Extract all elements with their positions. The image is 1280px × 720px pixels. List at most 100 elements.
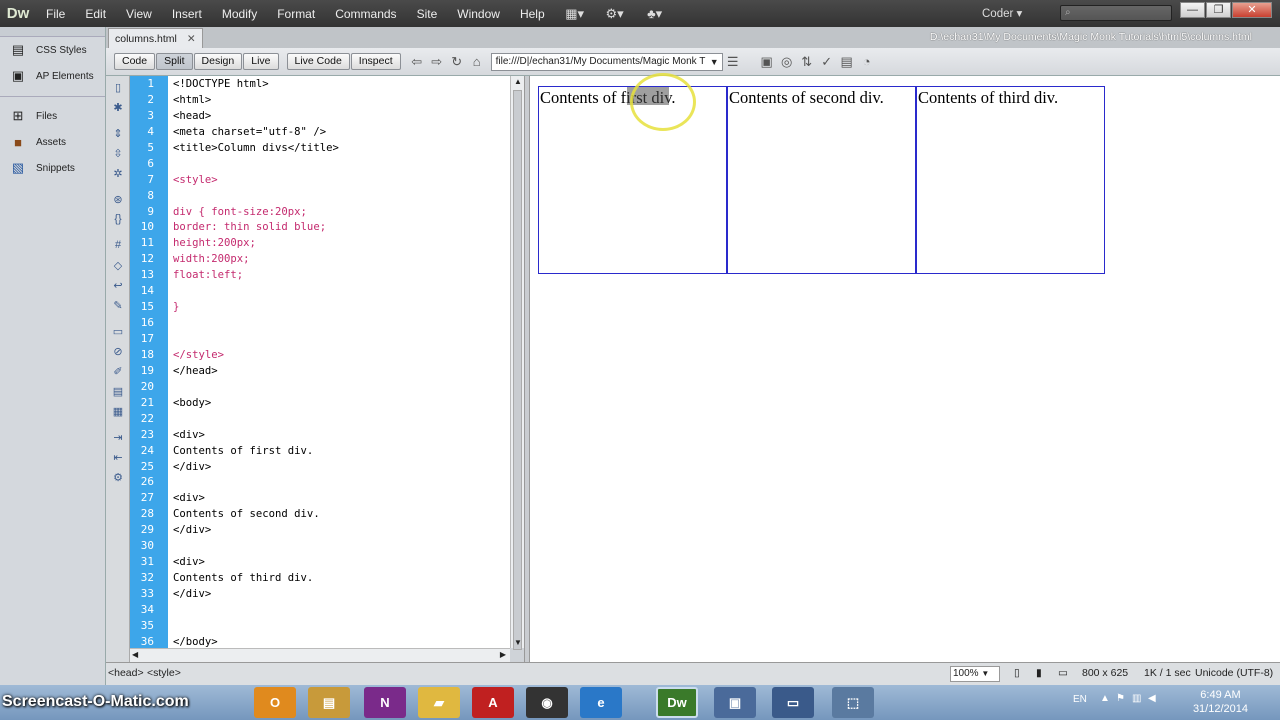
- site-menu-icon[interactable]: ♣▾: [641, 5, 669, 23]
- panel-label: CSS Styles: [36, 44, 87, 56]
- forward-arrow-icon[interactable]: ⇨: [427, 53, 447, 71]
- home-icon[interactable]: ⌂: [467, 53, 487, 71]
- menu-help[interactable]: Help: [510, 7, 555, 21]
- menu-insert[interactable]: Insert: [162, 7, 212, 21]
- rendered-div-third[interactable]: Contents of third div.: [916, 86, 1105, 274]
- multiscreen-icon[interactable]: ▣: [757, 53, 777, 71]
- code-editor[interactable]: <!DOCTYPE html> <html> <head> <meta charset…: [168, 76, 510, 648]
- search-input[interactable]: ⌕: [1060, 5, 1172, 21]
- extend-gear-icon[interactable]: ⚙▾: [601, 5, 629, 23]
- menu-window[interactable]: Window: [447, 7, 510, 21]
- outdent-code-icon[interactable]: ⇤: [109, 448, 127, 466]
- menu-file[interactable]: File: [36, 7, 75, 21]
- split-view-button[interactable]: Split: [156, 53, 193, 70]
- highlight-invalid-code-icon[interactable]: ◇: [109, 256, 127, 274]
- panel-label: AP Elements: [36, 70, 94, 82]
- code-vertical-scrollbar[interactable]: ▲ ▼: [510, 76, 524, 650]
- restore-button[interactable]: ❐: [1206, 2, 1231, 18]
- menu-format[interactable]: Format: [267, 7, 325, 21]
- minimize-button[interactable]: —: [1180, 2, 1205, 18]
- recent-snippets-icon[interactable]: ▤: [109, 382, 127, 400]
- word-wrap-icon[interactable]: ↩: [109, 276, 127, 294]
- scroll-left-icon[interactable]: ◀: [132, 650, 138, 659]
- panel-snippets[interactable]: ▧ Snippets: [0, 155, 105, 181]
- inspect-button[interactable]: Inspect: [350, 53, 401, 70]
- internet-explorer-icon[interactable]: e: [580, 687, 622, 718]
- menu-site[interactable]: Site: [407, 7, 448, 21]
- live-view-pane[interactable]: Contents of first div. Contents of secon…: [530, 73, 1280, 662]
- clock[interactable]: 6:49 AM 31/12/2014: [1193, 688, 1248, 716]
- media-icon[interactable]: ◉: [526, 687, 568, 718]
- syntax-coloring-icon[interactable]: ✎: [109, 296, 127, 314]
- tag-selector-head[interactable]: <head>: [108, 667, 144, 679]
- live-view-button[interactable]: Live: [243, 53, 279, 70]
- rendered-div-second[interactable]: Contents of second div.: [727, 86, 916, 274]
- collapse-selection-icon[interactable]: ⇳: [109, 144, 127, 162]
- tag-selector-style[interactable]: <style>: [147, 667, 181, 679]
- refresh-icon[interactable]: ↻: [447, 53, 467, 71]
- indent-code-icon[interactable]: ⇥: [109, 428, 127, 446]
- menu-commands[interactable]: Commands: [325, 7, 406, 21]
- select-tool-icon[interactable]: ▯: [1014, 667, 1020, 679]
- apply-comment-icon[interactable]: ▭: [109, 322, 127, 340]
- menu-view[interactable]: View: [116, 7, 162, 21]
- folder-icon[interactable]: ▰: [418, 687, 460, 718]
- close-button[interactable]: ✕: [1232, 2, 1272, 18]
- panel-css-styles[interactable]: ▤ CSS Styles: [0, 37, 105, 63]
- language-indicator[interactable]: EN: [1073, 694, 1087, 705]
- panel-files[interactable]: ⊞ Files: [0, 103, 105, 129]
- back-arrow-icon[interactable]: ⇦: [407, 53, 427, 71]
- network-tray-icon[interactable]: ▥: [1132, 693, 1141, 704]
- code-view-button[interactable]: Code: [114, 53, 156, 70]
- preview-browser-icon[interactable]: ◎: [777, 53, 797, 71]
- select-parent-tag-icon[interactable]: ⊛: [109, 190, 127, 208]
- scroll-down-icon[interactable]: ▼: [513, 638, 523, 647]
- document-tab[interactable]: columns.html ✕: [108, 28, 203, 48]
- outlook-icon[interactable]: O: [254, 687, 296, 718]
- close-tab-icon[interactable]: ✕: [187, 33, 196, 45]
- window-size[interactable]: 800 x 625: [1082, 667, 1128, 679]
- workspace-switcher[interactable]: Coder ▾: [982, 6, 1042, 22]
- snipping-tool-icon[interactable]: ⬚: [832, 687, 874, 718]
- acrobat-icon[interactable]: A: [472, 687, 514, 718]
- remove-comment-icon[interactable]: ⊘: [109, 342, 127, 360]
- address-bar[interactable]: file:///D|/echan31/My Documents/Magic Mo…: [490, 52, 723, 71]
- scroll-right-icon[interactable]: ▶: [500, 650, 506, 659]
- menu-edit[interactable]: Edit: [75, 7, 116, 21]
- page-options-icon[interactable]: ☰: [723, 53, 743, 71]
- collapse-tag-icon[interactable]: ⇕: [109, 124, 127, 142]
- live-code-button[interactable]: Live Code: [286, 53, 350, 70]
- code-horizontal-scrollbar[interactable]: ◀ ▶: [130, 648, 510, 662]
- menu-modify[interactable]: Modify: [212, 7, 267, 21]
- scrollbar-thumb[interactable]: [513, 90, 522, 650]
- show-code-navigator-icon[interactable]: ✱: [109, 98, 127, 116]
- dreamweaver-taskbar-icon[interactable]: Dw: [656, 687, 698, 718]
- onenote-icon[interactable]: N: [364, 687, 406, 718]
- file-management-icon[interactable]: ⇅: [797, 53, 817, 71]
- zoom-select[interactable]: 100% ▼: [950, 666, 1000, 682]
- window-size-icon[interactable]: ▭: [1058, 667, 1068, 679]
- expand-all-icon[interactable]: ✲: [109, 164, 127, 182]
- hand-tool-icon[interactable]: ▮: [1036, 667, 1042, 679]
- photo-viewer-icon[interactable]: ▭: [772, 687, 814, 718]
- format-source-icon[interactable]: ⚙: [109, 468, 127, 486]
- panel-assets[interactable]: ■ Assets: [0, 129, 105, 155]
- balance-braces-icon[interactable]: {}: [109, 210, 127, 228]
- scroll-up-icon[interactable]: ▲: [513, 77, 523, 86]
- layout-menu-icon[interactable]: ▦▾: [561, 5, 589, 23]
- explorer-folder-icon[interactable]: ▤: [308, 687, 350, 718]
- flag-icon[interactable]: ⚑: [1116, 693, 1125, 704]
- move-css-icon[interactable]: ▦: [109, 402, 127, 420]
- design-view-button[interactable]: Design: [193, 53, 243, 70]
- panel-ap-elements[interactable]: ▣ AP Elements: [0, 63, 105, 89]
- w3c-validation-icon[interactable]: ✓: [817, 53, 837, 71]
- wrap-tag-icon[interactable]: ✐: [109, 362, 127, 380]
- check-compatibility-icon[interactable]: ▤: [837, 53, 857, 71]
- volume-icon[interactable]: ◀: [1148, 693, 1156, 704]
- show-hidden-icons-icon[interactable]: ▲: [1100, 693, 1110, 704]
- open-documents-icon[interactable]: ▯: [109, 78, 127, 96]
- visual-aids-icon[interactable]: ◔: [857, 53, 877, 71]
- line-numbers-icon[interactable]: #: [109, 236, 127, 254]
- network-icon[interactable]: ▣: [714, 687, 756, 718]
- panel-grip[interactable]: [0, 27, 105, 37]
